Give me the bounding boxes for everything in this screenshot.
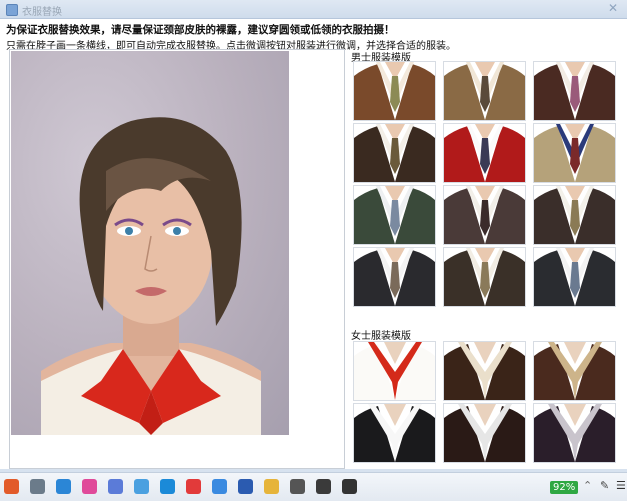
notification-icon[interactable]: ☰ <box>616 479 626 492</box>
gear-icon[interactable] <box>342 479 357 494</box>
close-button[interactable]: ✕ <box>605 1 621 16</box>
male-template-5[interactable] <box>443 123 526 183</box>
male-template-8[interactable] <box>443 185 526 245</box>
battery-indicator: 92% <box>550 481 579 494</box>
male-template-10[interactable] <box>353 247 436 307</box>
male-template-12[interactable] <box>533 247 616 307</box>
folder-icon[interactable] <box>264 479 279 494</box>
window-titlebar: 衣服替换 ✕ <box>0 0 627 19</box>
photo-preview-frame <box>9 49 345 469</box>
male-template-9[interactable] <box>533 185 616 245</box>
template-panel: 男士服装模版 女士服装模版 <box>351 49 621 467</box>
female-template-2[interactable] <box>443 341 526 401</box>
window-title: 衣服替换 <box>22 7 62 18</box>
weibo-icon[interactable] <box>186 479 201 494</box>
feather-icon[interactable] <box>108 479 123 494</box>
photo-icon[interactable] <box>316 479 331 494</box>
female-template-1[interactable] <box>353 341 436 401</box>
mail-icon[interactable] <box>134 479 149 494</box>
male-template-2[interactable] <box>443 61 526 121</box>
dialog-body: 为保证衣服替换效果，请尽量保证颈部皮肤的裸露，建议穿圆领或低领的衣服拍摄！ 只需… <box>0 19 627 469</box>
portrait-drawing <box>41 117 261 435</box>
tray-expand-icon[interactable]: ⌃ <box>583 479 592 492</box>
male-template-1[interactable] <box>353 61 436 121</box>
word-icon[interactable] <box>238 479 253 494</box>
notice-text: 为保证衣服替换效果，请尽量保证颈部皮肤的裸露，建议穿圆领或低领的衣服拍摄！ <box>6 24 395 36</box>
browser-icon[interactable] <box>4 479 19 494</box>
chat-icon[interactable] <box>212 479 227 494</box>
male-template-4[interactable] <box>353 123 436 183</box>
female-template-5[interactable] <box>443 403 526 463</box>
settings-icon[interactable] <box>30 479 45 494</box>
portrait-photo[interactable] <box>11 51 289 435</box>
female-template-4[interactable] <box>353 403 436 463</box>
female-section-label: 女士服装模版 <box>351 331 411 342</box>
male-template-3[interactable] <box>533 61 616 121</box>
edge-icon[interactable] <box>56 479 71 494</box>
male-template-6[interactable] <box>533 123 616 183</box>
app-icon <box>6 4 18 16</box>
female-template-6[interactable] <box>533 403 616 463</box>
male-template-7[interactable] <box>353 185 436 245</box>
male-template-11[interactable] <box>443 247 526 307</box>
clock-icon[interactable] <box>160 479 175 494</box>
pinwheel-icon[interactable] <box>82 479 97 494</box>
taskbar: 92% ⌃ ✎ ☰ <box>0 472 627 501</box>
camera-icon[interactable] <box>290 479 305 494</box>
pen-icon[interactable]: ✎ <box>600 479 609 492</box>
female-template-3[interactable] <box>533 341 616 401</box>
